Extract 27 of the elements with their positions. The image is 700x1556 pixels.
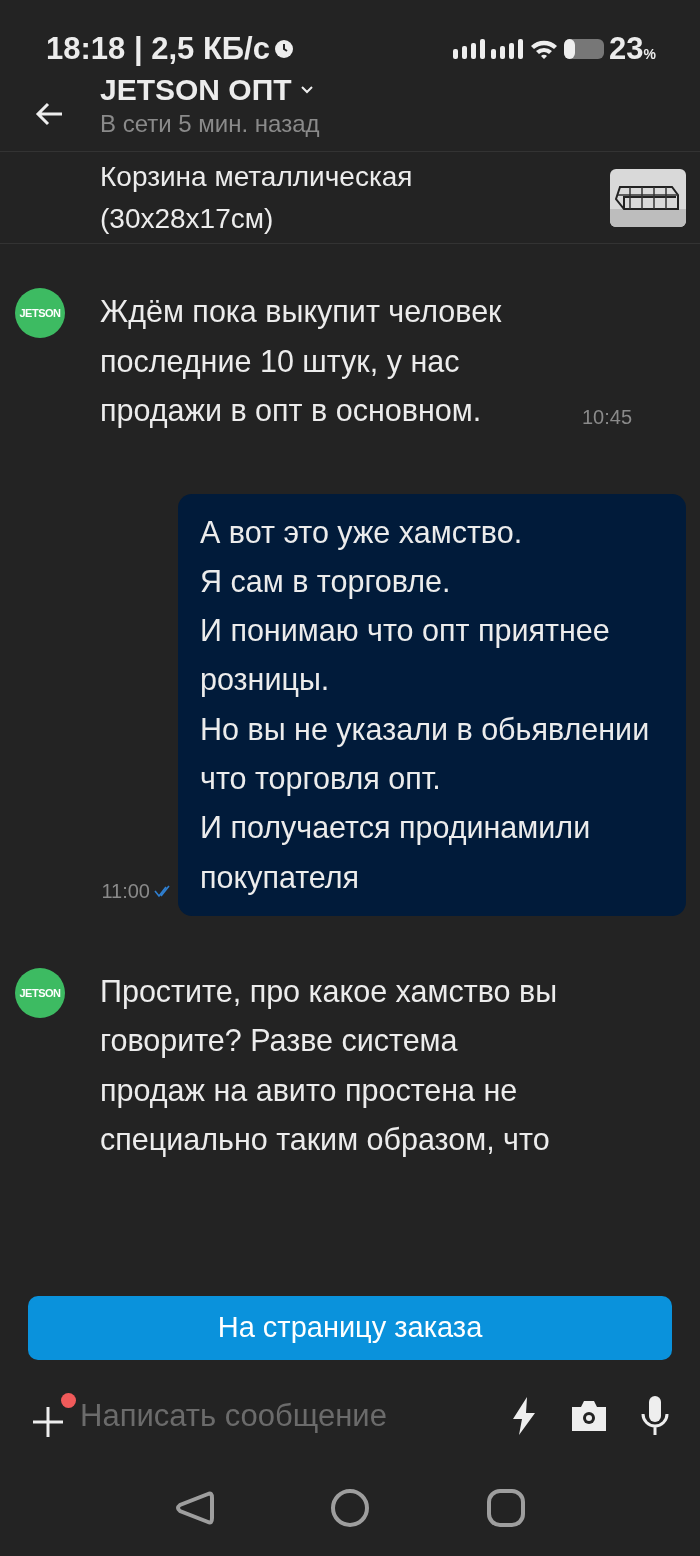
product-title[interactable]: Корзина металлическая (30x28x17см) xyxy=(100,155,520,240)
chat-title[interactable]: JETSON ОПТ xyxy=(100,73,292,106)
message-text: Ждём пока выкупит человек последние 10 штук, у нас продажи в опт в основном. xyxy=(100,293,503,430)
order-page-button[interactable]: На страницу заказа xyxy=(28,1296,672,1360)
microphone-icon[interactable] xyxy=(640,1396,670,1436)
message-bubble: А вот это уже хамство. Я сам в торговле. И понимаю что опт приятнее розницы. Но вы не указали в обьявлении что торговля опт. И получается продинамили покупателя xyxy=(178,493,686,916)
lightning-icon[interactable] xyxy=(510,1397,538,1435)
battery-icon xyxy=(563,38,606,60)
camera-icon[interactable] xyxy=(570,1399,608,1433)
battery-level: 23% xyxy=(609,29,656,68)
message-input[interactable]: Написать сообщение xyxy=(80,1392,510,1440)
home-nav-icon[interactable] xyxy=(330,1488,370,1528)
back-icon xyxy=(34,100,64,127)
online-status: В сети 5 мин. назад xyxy=(100,109,320,139)
attach-button[interactable] xyxy=(30,1393,76,1439)
alarm-icon xyxy=(273,39,294,59)
recents-nav-icon[interactable] xyxy=(486,1488,526,1528)
message-text: Простите, про какое хамство вы говорите? Разве система продаж на авито простена не специально таким образом, что xyxy=(100,972,559,1159)
status-time: 18:18 | 2,5 КБ/с xyxy=(46,29,270,68)
message-time: 11:00 xyxy=(101,878,150,904)
avatar-logo[interactable]: JETSON xyxy=(15,288,65,338)
avatar-logo[interactable]: JETSON xyxy=(15,967,65,1018)
wifi-icon xyxy=(529,38,560,60)
message-time: 10:45 xyxy=(582,404,633,430)
chevron-down-icon[interactable] xyxy=(299,84,314,95)
signal-icon xyxy=(491,39,526,59)
signal-icon xyxy=(453,39,488,59)
